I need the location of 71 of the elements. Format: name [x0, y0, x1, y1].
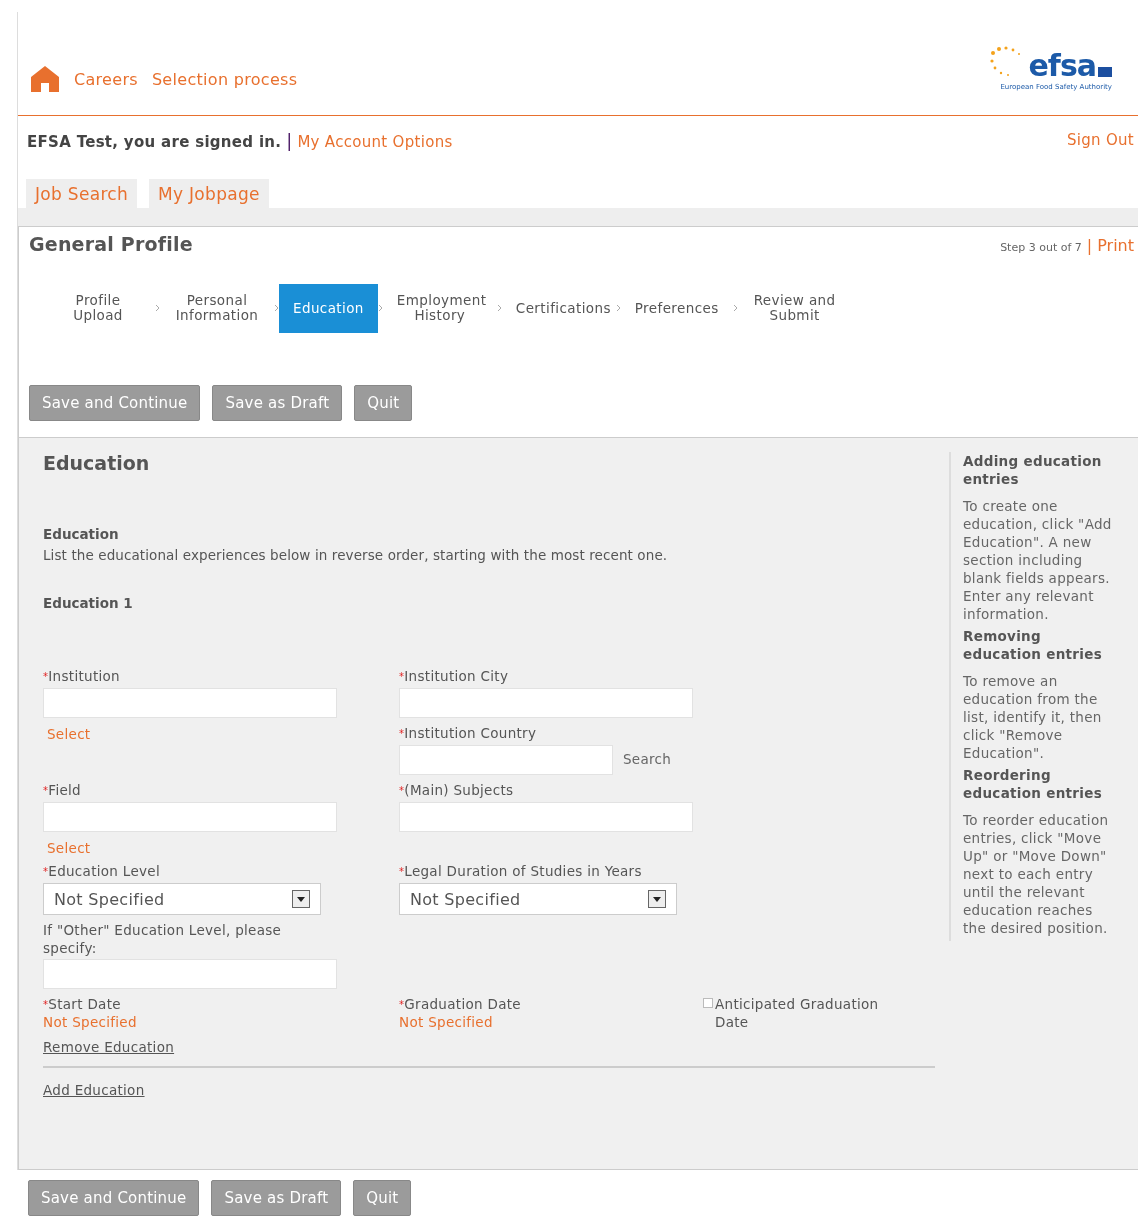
form-button[interactable]: Quit	[354, 385, 413, 421]
field-label: *Legal Duration of Studies in Years	[399, 862, 643, 881]
section-title: Education	[43, 452, 151, 474]
help-text: To create one education, click "Add Education". A new section including blank fields appears. Enter any relevant information.	[963, 497, 1113, 623]
remove-education-link[interactable]: Remove Education	[43, 1039, 175, 1055]
chevron-icon	[274, 304, 279, 312]
step-tab[interactable]: Personal Information	[160, 283, 274, 333]
nav-link[interactable]: Careers	[74, 69, 138, 89]
tab[interactable]: Job Search	[26, 179, 137, 208]
print-link[interactable]: Print	[1097, 236, 1134, 255]
step-tab[interactable]: Education	[279, 283, 378, 333]
section-subtitle: Education	[43, 526, 120, 542]
sign-out-link[interactable]: Sign Out	[1066, 131, 1134, 149]
step-tab[interactable]: Preferences	[620, 290, 733, 326]
section-description: List the educational experiences below in reverse order, starting with the most recent one.	[43, 547, 669, 563]
select-link[interactable]: Select	[47, 726, 399, 742]
step-tab[interactable]: Employment History	[382, 283, 497, 333]
separator: |	[286, 129, 293, 151]
step-tab[interactable]: Profile Upload	[41, 283, 155, 333]
field-label: *Institution Country	[399, 724, 538, 743]
home-icon[interactable]	[30, 65, 60, 93]
input-field[interactable]	[43, 688, 337, 718]
page-title: General Profile	[29, 233, 193, 255]
chevron-icon	[496, 304, 502, 312]
step-tab[interactable]: Review and Submit	[737, 283, 852, 333]
signed-in-text: EFSA Test, you are signed in.	[27, 132, 282, 151]
form-button[interactable]: Save as Draft	[212, 385, 343, 421]
entry-title: Education 1	[43, 595, 134, 611]
field-label: *Institution	[43, 667, 121, 686]
chevron-icon	[732, 304, 738, 312]
step-indicator: Step 3 out of 7	[1000, 241, 1082, 254]
input-field[interactable]	[399, 745, 613, 775]
help-heading: Adding education entries	[963, 452, 1103, 488]
help-heading: Removing education entries	[963, 627, 1103, 663]
help-text: To remove an education from the list, identify it, then click "Remove Education".	[963, 672, 1103, 762]
field-label: *Graduation Date	[399, 995, 522, 1014]
field-label: *Field	[43, 781, 82, 800]
input-field[interactable]	[43, 959, 337, 989]
input-field[interactable]	[43, 802, 337, 832]
form-button[interactable]: Save and Continue	[29, 385, 201, 421]
step-tab[interactable]: Certifications	[501, 290, 616, 326]
form-button[interactable]: Save and Continue	[28, 1180, 200, 1216]
checkbox-label: Anticipated Graduation Date	[715, 995, 880, 1031]
input-field[interactable]	[399, 688, 693, 718]
account-options-link[interactable]: My Account Options	[297, 132, 453, 151]
form-button[interactable]: Quit	[353, 1180, 412, 1216]
field-label: *(Main) Subjects	[399, 781, 515, 800]
separator: |	[1086, 236, 1093, 255]
chevron-icon	[377, 304, 383, 312]
chevron-icon	[155, 304, 160, 312]
search-link[interactable]: Search	[623, 751, 672, 767]
add-education-link[interactable]: Add Education	[43, 1082, 145, 1098]
tab[interactable]: My Jobpage	[149, 179, 269, 208]
field-label: *Education Level	[43, 862, 161, 881]
form-button[interactable]: Save as Draft	[211, 1180, 342, 1216]
checkbox[interactable]	[703, 998, 713, 1008]
field-label: *Institution City	[399, 667, 510, 686]
select-link[interactable]: Select	[47, 840, 399, 856]
logo-text: efsa	[1028, 53, 1096, 79]
flag-icon	[1098, 67, 1112, 77]
nav-link[interactable]: Selection process	[151, 69, 298, 89]
help-text: To reorder education entries, click "Move Up" or "Move Down" next to each entry until the relevant education reaches the desired position.	[963, 811, 1110, 937]
help-heading: Reordering education entries	[963, 766, 1103, 802]
date-value: Not Specified	[399, 1014, 494, 1030]
field-label: *Start Date	[43, 995, 122, 1014]
chevron-icon	[615, 304, 621, 312]
date-value: Not Specified	[43, 1014, 138, 1030]
dropdown[interactable]: Not Specified	[399, 883, 677, 915]
field-label: If "Other" Education Level, please specify:	[43, 921, 283, 957]
dropdown[interactable]: Not Specified	[43, 883, 321, 915]
input-field[interactable]	[399, 802, 693, 832]
